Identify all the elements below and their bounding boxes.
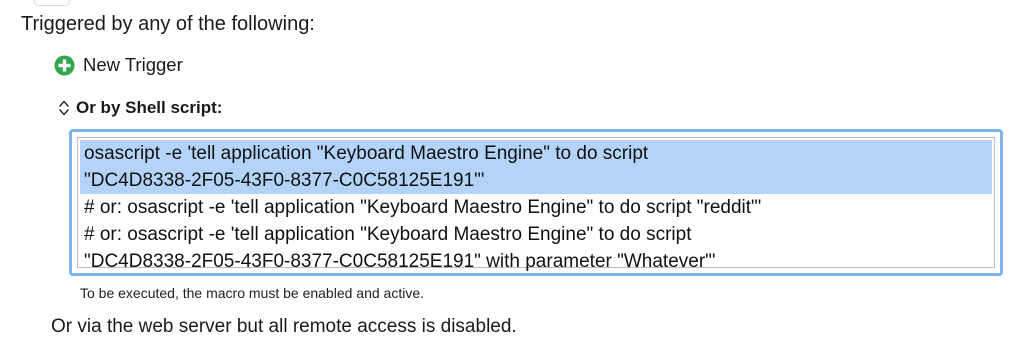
script-line[interactable]: "DC4D8338-2F05-43F0-8377-C0C58125E191" w… bbox=[80, 248, 992, 275]
script-line[interactable]: # or: osascript -e 'tell application "Ke… bbox=[80, 221, 992, 248]
shell-script-textarea[interactable]: osascript -e 'tell application "Keyboard… bbox=[69, 129, 1003, 276]
web-server-note: Or via the web server but all remote acc… bbox=[51, 316, 517, 337]
shell-script-lines[interactable]: osascript -e 'tell application "Keyboard… bbox=[80, 140, 992, 275]
shell-script-header: Or by Shell script: bbox=[58, 97, 222, 119]
script-line-selected[interactable]: "DC4D8338-2F05-43F0-8377-C0C58125E191"' bbox=[80, 167, 992, 194]
new-trigger-label: New Trigger bbox=[83, 54, 183, 75]
script-line-selected[interactable]: osascript -e 'tell application "Keyboard… bbox=[80, 140, 992, 167]
top-tab-edge bbox=[34, 0, 70, 6]
new-trigger-button[interactable]: New Trigger bbox=[54, 53, 183, 77]
execution-note: To be executed, the macro must be enable… bbox=[80, 285, 424, 301]
up-down-chevron-icon[interactable] bbox=[58, 98, 70, 118]
script-line[interactable]: # or: osascript -e 'tell application "Ke… bbox=[80, 194, 992, 221]
trigger-panel: Triggered by any of the following: New T… bbox=[0, 0, 1024, 337]
shell-script-text-field[interactable]: osascript -e 'tell application "Keyboard… bbox=[77, 137, 995, 272]
plus-circle-icon[interactable] bbox=[54, 55, 75, 76]
shell-script-label: Or by Shell script: bbox=[76, 98, 223, 117]
triggers-heading: Triggered by any of the following: bbox=[21, 13, 315, 35]
